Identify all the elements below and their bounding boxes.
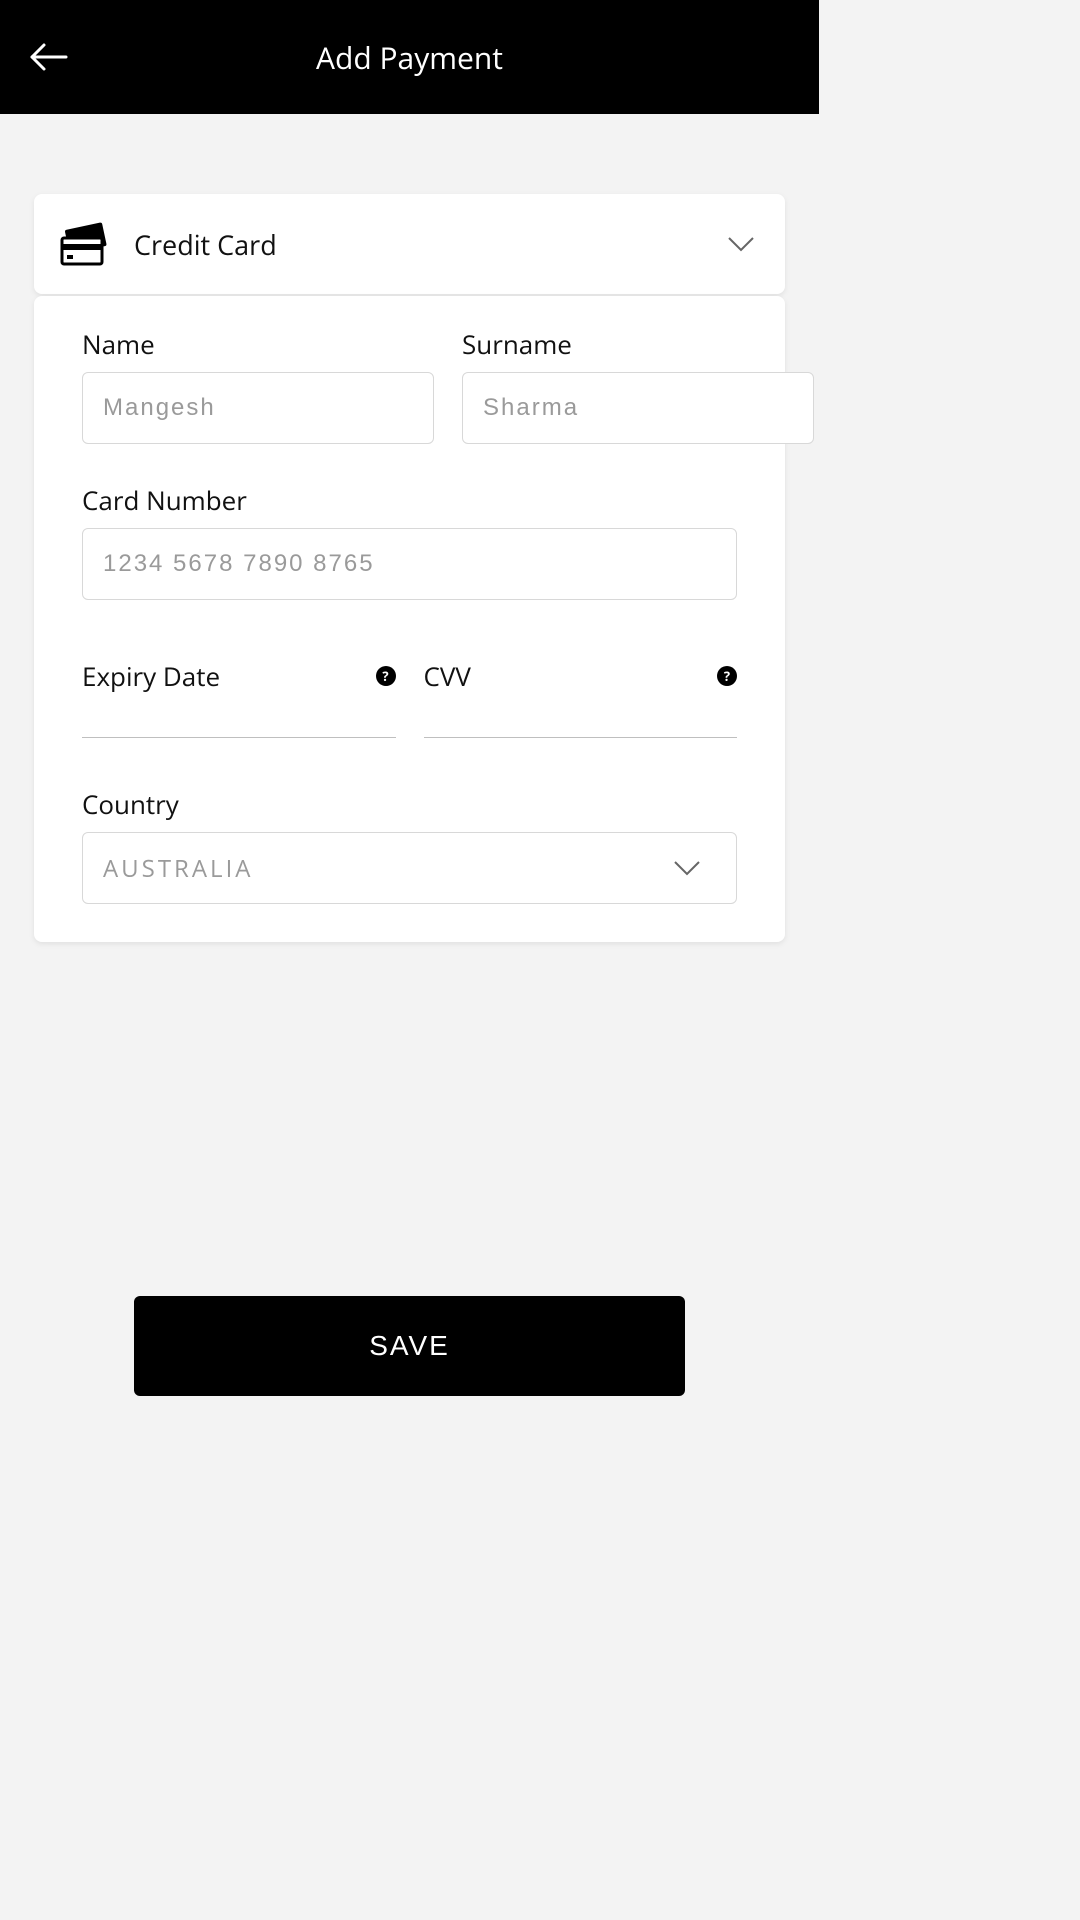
- expiry-help-icon[interactable]: ?: [376, 666, 396, 686]
- page-title: Add Payment: [316, 37, 503, 78]
- payment-form: Name Surname Card Number Expiry Date ?: [34, 296, 785, 942]
- content: Credit Card Name Surname Card Number: [0, 114, 819, 1456]
- country-selected-value: AUSTRALIA: [103, 852, 253, 885]
- credit-card-icon: [58, 222, 114, 266]
- cvv-help-icon[interactable]: ?: [717, 666, 737, 686]
- header: Add Payment: [0, 0, 819, 114]
- expiry-input[interactable]: [82, 704, 396, 738]
- name-field-group: Name: [82, 326, 434, 444]
- surname-input[interactable]: [462, 372, 814, 444]
- country-label: Country: [82, 786, 737, 822]
- surname-field-group: Surname: [462, 326, 814, 444]
- arrow-left-icon: [28, 41, 68, 73]
- back-button[interactable]: [24, 33, 72, 81]
- expiry-field-group: Expiry Date ?: [82, 658, 396, 738]
- surname-label: Surname: [462, 326, 814, 362]
- footer: SAVE: [34, 1296, 785, 1456]
- card-number-label: Card Number: [82, 482, 737, 518]
- card-number-field-group: Card Number: [82, 482, 737, 600]
- name-label: Name: [82, 326, 434, 362]
- country-field-group: Country AUSTRALIA: [82, 786, 737, 904]
- cvv-field-group: CVV ?: [424, 658, 738, 738]
- card-number-input[interactable]: [82, 528, 737, 600]
- cvv-input[interactable]: [424, 704, 738, 738]
- payment-method-label: Credit Card: [134, 226, 727, 263]
- country-select[interactable]: AUSTRALIA: [82, 832, 737, 904]
- name-input[interactable]: [82, 372, 434, 444]
- cvv-label: CVV: [424, 658, 471, 694]
- payment-method-selector[interactable]: Credit Card: [34, 194, 785, 294]
- expiry-label: Expiry Date: [82, 658, 220, 694]
- save-button[interactable]: SAVE: [134, 1296, 685, 1396]
- chevron-down-icon: [727, 236, 755, 252]
